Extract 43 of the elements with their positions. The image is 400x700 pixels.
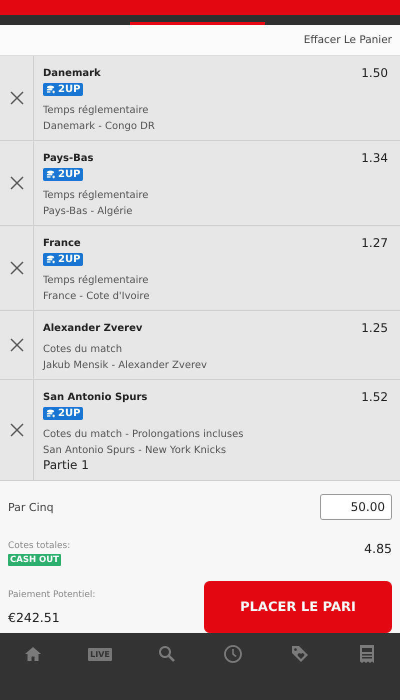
close-icon[interactable] bbox=[10, 423, 24, 437]
odds-value: 1.34 bbox=[361, 151, 388, 165]
odds-value: 1.27 bbox=[361, 236, 388, 250]
odds-value: 1.50 bbox=[361, 66, 388, 80]
payout-value: €242.51 bbox=[8, 610, 61, 624]
selection-name: Danemark bbox=[43, 68, 101, 79]
close-icon[interactable] bbox=[10, 338, 24, 352]
close-icon[interactable] bbox=[10, 261, 24, 275]
market-name: Temps réglementaire bbox=[43, 275, 150, 286]
place-bet-button[interactable]: PLACER LE PARI bbox=[204, 581, 392, 633]
payout-label: Paiement Potentiel: bbox=[8, 590, 96, 600]
clock-icon[interactable] bbox=[223, 644, 244, 664]
market-name: Temps réglementaire bbox=[43, 190, 150, 201]
boost-badge: 2UP bbox=[43, 407, 84, 420]
clear-slip-link[interactable]: Effacer Le Panier bbox=[304, 34, 392, 46]
boost-badge: 2UP bbox=[43, 168, 84, 181]
search-icon[interactable] bbox=[156, 644, 177, 664]
event-name: Pays-Bas - Algérie bbox=[43, 206, 134, 217]
event-name: Jakub Mensik - Alexander Zverev bbox=[43, 360, 208, 371]
boost-badge: 2UP bbox=[43, 253, 84, 266]
cash-out-badge: CASH OUT bbox=[8, 554, 61, 566]
market-name: Cotes du match - Prolongations incluses bbox=[43, 429, 244, 440]
odds-value: 1.25 bbox=[361, 321, 388, 335]
tag-icon[interactable] bbox=[290, 644, 310, 664]
odds-value: 1.52 bbox=[361, 390, 388, 404]
boost-badge: 2UP bbox=[43, 83, 84, 96]
stake-label: Par Cinq bbox=[8, 500, 54, 514]
selection-name: France bbox=[43, 238, 81, 249]
event-name: San Antonio Spurs - New York Knicks bbox=[43, 445, 228, 456]
selection-name: San Antonio Spurs bbox=[43, 392, 148, 403]
close-icon[interactable] bbox=[10, 176, 24, 190]
home-icon[interactable] bbox=[23, 644, 44, 664]
leg-label: Partie 1 bbox=[43, 458, 90, 472]
event-name: Danemark - Congo DR bbox=[43, 121, 156, 132]
event-name: France - Cote d'Ivoire bbox=[43, 291, 150, 302]
total-odds-label: Cotes totales: bbox=[8, 541, 70, 551]
total-odds-value: 4.85 bbox=[364, 541, 392, 556]
market-name: Cotes du match bbox=[43, 344, 124, 355]
market-name: Temps réglementaire bbox=[43, 105, 150, 116]
stake-input[interactable]: 50.00 bbox=[320, 494, 392, 520]
selection-name: Alexander Zverev bbox=[43, 323, 142, 334]
selection-name: Pays-Bas bbox=[43, 153, 94, 164]
close-icon[interactable] bbox=[10, 91, 24, 105]
